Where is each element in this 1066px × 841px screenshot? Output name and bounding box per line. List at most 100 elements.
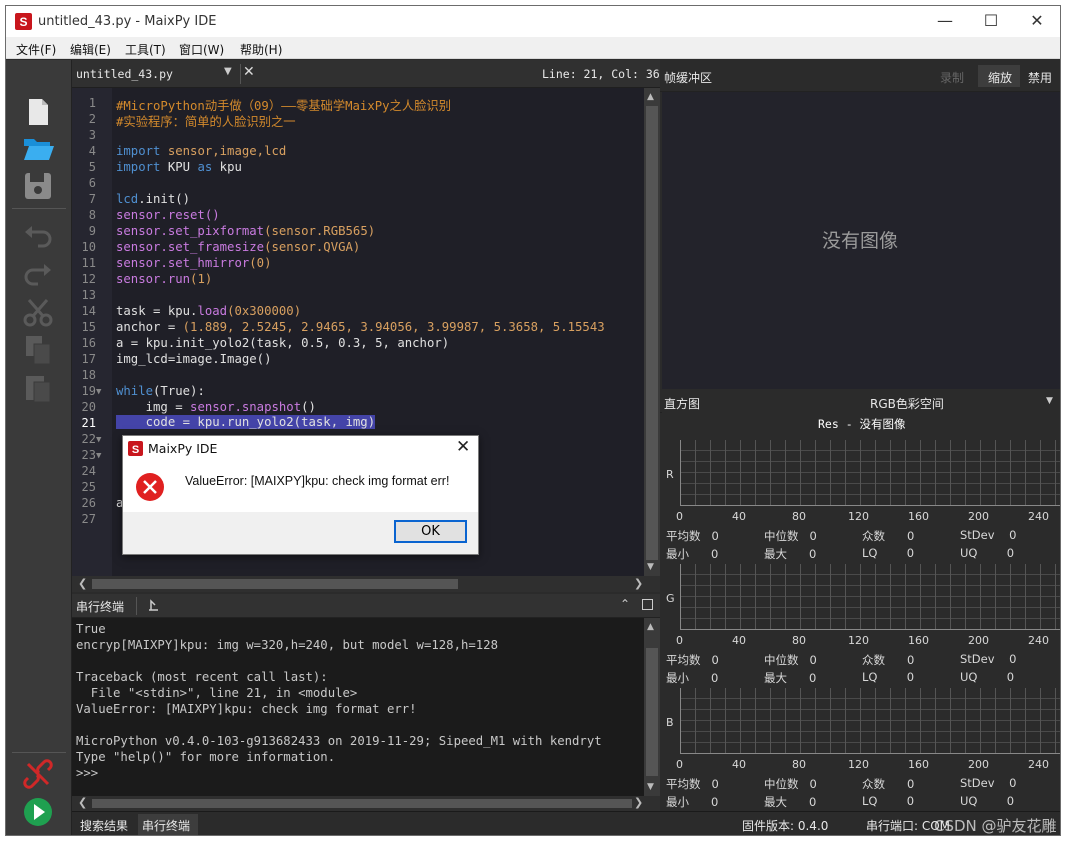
tick-label: 160 xyxy=(908,510,929,523)
open-folder-icon[interactable] xyxy=(20,130,56,166)
collapse-up-icon[interactable]: ⌃ xyxy=(620,597,630,611)
tick-label: 240 xyxy=(1028,510,1049,523)
code-token: (1.889, 2.5245, 2.9465, 3.94056, 3.99987… xyxy=(182,320,605,334)
search-results-tab[interactable]: 搜索结果 xyxy=(80,817,128,834)
scroll-up-icon[interactable]: ▲ xyxy=(647,622,654,632)
scroll-thumb[interactable] xyxy=(646,648,658,776)
code-token: sensor.set_hmirror xyxy=(116,256,250,270)
line-gutter: 1 2 3 4 5 6 7 8 9 10 11 12 13 14 15 16 1… xyxy=(72,88,112,576)
stat-mean-b: 平均数 0 xyxy=(666,776,719,792)
close-tab-icon[interactable]: ✕ xyxy=(243,64,255,80)
scroll-right-icon[interactable]: ❯ xyxy=(634,577,643,590)
code-line: sensor.set_framesize(sensor.QVGA) xyxy=(116,240,360,254)
editor-tab-bar: untitled_43.py ▼ ✕ Line: 21, Col: 36 xyxy=(72,60,660,88)
channel-label-g: G xyxy=(666,592,675,605)
copy-icon[interactable] xyxy=(20,332,56,368)
dialog-close-button[interactable]: ✕ xyxy=(456,437,470,457)
stat-uq-b: UQ 0 xyxy=(960,794,1014,808)
code-token: () xyxy=(301,400,316,414)
code-token: KPU xyxy=(160,160,198,174)
tick-label: 80 xyxy=(792,510,806,523)
menu-tools[interactable]: 工具(T) xyxy=(125,41,166,58)
menu-edit[interactable]: 编辑(E) xyxy=(70,41,111,58)
disconnect-icon[interactable] xyxy=(20,756,56,792)
fold-arrow-icon[interactable]: ▼ xyxy=(96,451,101,461)
scroll-right-icon[interactable]: ❯ xyxy=(634,796,643,809)
record-button[interactable]: 录制 xyxy=(940,69,964,86)
colorspace-select[interactable]: RGB色彩空间 xyxy=(870,395,944,412)
run-icon[interactable] xyxy=(20,794,56,830)
scroll-up-icon[interactable]: ▲ xyxy=(647,92,654,102)
code-line: import sensor,image,lcd xyxy=(116,144,286,158)
stat-lq-g: LQ 0 xyxy=(862,670,914,684)
code-token: import xyxy=(116,160,161,174)
stat-value: 0 xyxy=(808,547,817,561)
code-token: import xyxy=(116,144,161,158)
editor-vertical-scrollbar[interactable]: ▲ ▼ xyxy=(644,88,660,576)
terminal-settings-icon[interactable] xyxy=(146,598,160,612)
scroll-down-icon[interactable]: ▼ xyxy=(647,562,654,572)
new-file-icon[interactable] xyxy=(20,94,56,130)
stat-mode-r: 众数 0 xyxy=(862,528,914,544)
menu-help[interactable]: 帮助(H) xyxy=(240,41,282,58)
line-number: 11 xyxy=(81,256,96,270)
line-number: 22 xyxy=(81,432,96,446)
code-line: while(True): xyxy=(116,384,205,398)
ok-button[interactable]: OK xyxy=(394,520,467,543)
menu-window[interactable]: 窗口(W) xyxy=(179,41,224,58)
framebuffer-title: 帧缓冲区 xyxy=(664,71,713,85)
stat-max-g: 最大 0 xyxy=(764,670,816,686)
code-token: task = kpu. xyxy=(116,304,198,318)
serial-terminal[interactable]: True encryp[MAIXPY]kpu: img w=320,h=240,… xyxy=(72,618,644,796)
toolbar-divider xyxy=(12,752,66,753)
scroll-thumb[interactable] xyxy=(92,579,458,589)
code-line: sensor.set_pixformat(sensor.RGB565) xyxy=(116,224,375,238)
minimize-button[interactable]: — xyxy=(925,10,965,32)
code-token: (sensor.QVGA) xyxy=(264,240,361,254)
terminal-vertical-scrollbar[interactable]: ▲ ▼ xyxy=(644,618,660,796)
close-window-button[interactable]: ✕ xyxy=(1017,10,1057,32)
terminal-title: 串行终端 xyxy=(76,600,125,614)
save-icon[interactable] xyxy=(20,168,56,204)
file-dropdown-icon[interactable]: ▼ xyxy=(224,66,232,77)
stat-value: 0 xyxy=(906,794,915,808)
histogram-plot-r xyxy=(680,440,1060,506)
colorspace-dropdown-icon[interactable]: ▼ xyxy=(1046,396,1053,406)
serial-terminal-tab[interactable]: 串行终端 xyxy=(142,817,190,834)
stat-label: 中位数 xyxy=(764,529,799,543)
line-number: 26 xyxy=(81,496,96,510)
stat-value: 0 xyxy=(710,671,719,685)
code-token: load xyxy=(197,304,228,318)
redo-icon[interactable] xyxy=(20,256,56,292)
disable-button[interactable]: 禁用 xyxy=(1028,69,1052,86)
stat-label: 最大 xyxy=(764,547,787,561)
paste-icon[interactable] xyxy=(20,370,56,406)
stat-label: 最小 xyxy=(666,671,689,685)
zoom-button[interactable]: 缩放 xyxy=(988,69,1012,86)
stat-label: 中位数 xyxy=(764,653,799,667)
file-tab[interactable]: untitled_43.py xyxy=(76,67,173,81)
menu-file[interactable]: 文件(F) xyxy=(16,41,56,58)
stat-max-b: 最大 0 xyxy=(764,794,816,810)
stat-value: 0 xyxy=(1006,670,1015,684)
terminal-line: >>> xyxy=(76,766,99,780)
scroll-left-icon[interactable]: ❮ xyxy=(78,796,87,809)
fold-arrow-icon[interactable]: ▼ xyxy=(96,387,101,397)
line-number: 16 xyxy=(81,336,96,350)
line-number: 2 xyxy=(88,112,96,126)
tick-label: 80 xyxy=(792,634,806,647)
scroll-thumb[interactable] xyxy=(646,106,658,560)
terminal-horizontal-scrollbar[interactable]: ❮ ❯ xyxy=(72,796,660,811)
undo-icon[interactable] xyxy=(20,218,56,254)
cut-icon[interactable] xyxy=(20,294,56,330)
maximize-button[interactable]: ☐ xyxy=(971,10,1011,32)
scroll-thumb[interactable] xyxy=(92,799,632,808)
scroll-down-icon[interactable]: ▼ xyxy=(647,782,654,792)
fold-arrow-icon[interactable]: ▼ xyxy=(96,435,101,445)
code-line-selected: code = kpu.run_yolo2(task, img) xyxy=(116,415,376,429)
stat-label: 最大 xyxy=(764,671,787,685)
scroll-left-icon[interactable]: ❮ xyxy=(78,577,87,590)
editor-horizontal-scrollbar[interactable]: ❮ ❯ xyxy=(72,576,660,592)
framebuffer-header: 帧缓冲区 录制 缩放 禁用 xyxy=(660,60,1060,92)
maximize-panel-icon[interactable] xyxy=(642,599,653,610)
